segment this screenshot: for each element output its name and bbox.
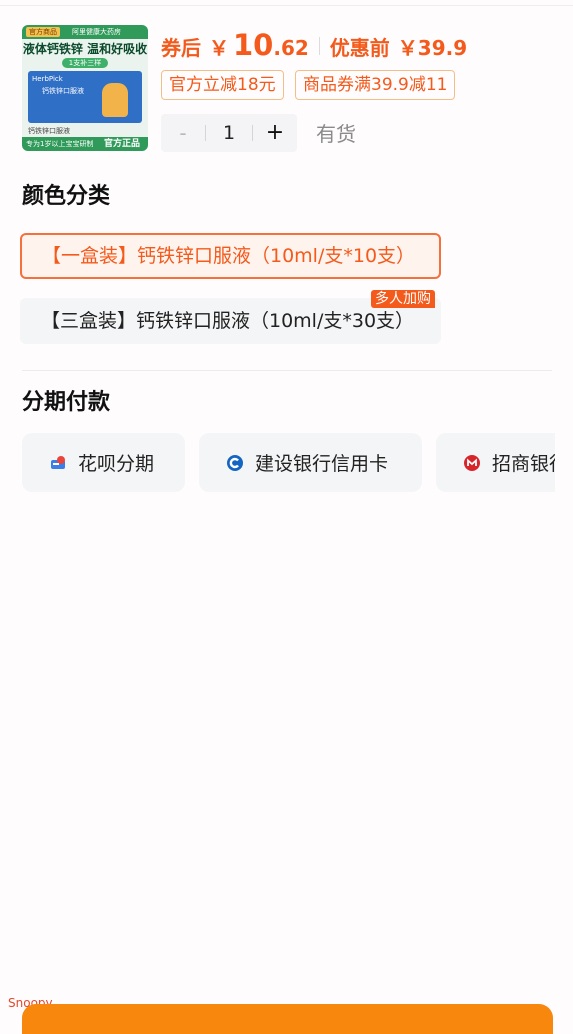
- price-divider: [318, 37, 320, 55]
- after-coupon-label: 券后: [161, 36, 201, 60]
- after-coupon-price-integer: 10: [233, 28, 274, 62]
- thumbnail-caption: 钙铁锌口服液: [28, 127, 70, 135]
- ccb-icon: [227, 454, 243, 471]
- quantity-stepper: - 1 +: [161, 114, 297, 152]
- installment-option-label: 招商银行: [492, 453, 555, 475]
- increase-quantity-button[interactable]: +: [253, 114, 297, 152]
- thumbnail-headline: 液体钙铁锌 温和好吸收: [22, 42, 148, 56]
- installment-option-ccb[interactable]: 建设银行信用卡: [199, 433, 422, 492]
- installment-option-cmb[interactable]: 招商银行: [436, 433, 555, 492]
- thumbnail-pill: 1支补三样: [62, 58, 108, 68]
- after-coupon-price-decimal: .62: [273, 36, 309, 60]
- quantity-input[interactable]: 1: [206, 114, 252, 152]
- thumbnail-band-text: 阿里健康大药房: [72, 28, 121, 36]
- before-discount-price: ￥39.9: [397, 36, 468, 60]
- color-section-title: 颜色分类: [22, 184, 111, 209]
- product-thumbnail[interactable]: 官方商品 阿里健康大药房 液体钙铁锌 温和好吸收 1支补三样 HerbPick …: [22, 25, 148, 151]
- installment-section-title: 分期付款: [22, 390, 111, 415]
- stock-status: 有货: [316, 122, 356, 146]
- bottom-action-bar[interactable]: [22, 1004, 553, 1034]
- thumbnail-box-title: 钙铁锌口服液: [42, 87, 84, 95]
- cmb-icon: [464, 454, 480, 471]
- installment-option-huabei[interactable]: 花呗分期: [22, 433, 185, 492]
- thumbnail-foot-text: 专为1岁以上宝宝研制: [26, 140, 94, 148]
- price-row: 券后 ￥ 10 .62 优惠前 ￥39.9: [161, 28, 467, 64]
- thumbnail-brand: HerbPick: [32, 75, 63, 83]
- installment-options-scroller[interactable]: 花呗分期 建设银行信用卡 招商银行: [22, 433, 555, 493]
- giraffe-illustration: [102, 83, 128, 117]
- coupon-official-discount[interactable]: 官方立减18元: [161, 70, 284, 100]
- before-discount-label: 优惠前: [329, 36, 390, 60]
- thumbnail-badge: 官方商品: [26, 27, 60, 37]
- installment-option-label: 建设银行信用卡: [255, 453, 389, 475]
- variant-option-one-box[interactable]: 【一盒装】钙铁锌口服液（10ml/支*10支）: [20, 233, 441, 279]
- top-divider: [0, 5, 573, 6]
- installment-option-label: 花呗分期: [78, 453, 155, 475]
- coupon-store-voucher[interactable]: 商品券满39.9减11: [295, 70, 456, 100]
- currency-symbol: ￥: [209, 36, 229, 60]
- popular-tag: 多人加购: [371, 290, 435, 308]
- decrease-quantity-button[interactable]: -: [161, 114, 205, 152]
- section-divider: [22, 370, 552, 371]
- thumbnail-official-label: 官方正品: [104, 139, 141, 149]
- huabei-icon: [51, 455, 65, 469]
